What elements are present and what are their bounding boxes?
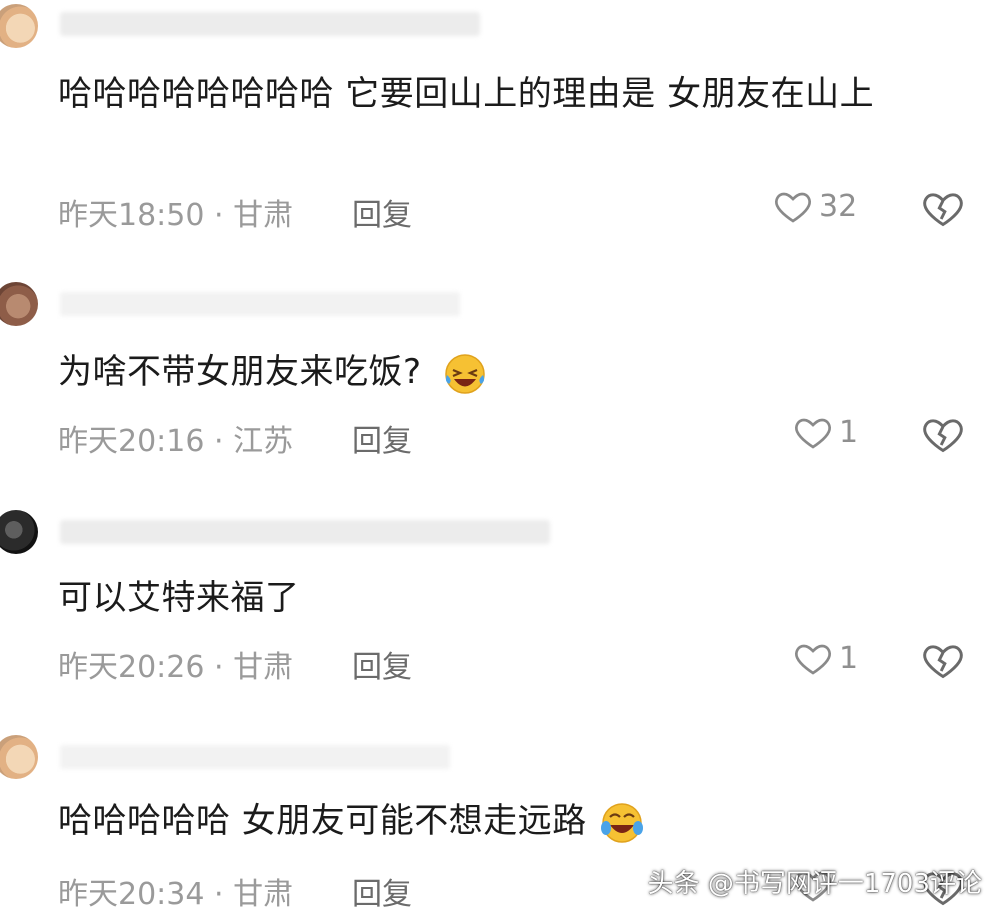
comment-text: 为啥不带女朋友来吃饭? — [58, 346, 968, 398]
username-blurred[interactable] — [60, 520, 550, 544]
like-button[interactable]: 1 — [793, 412, 858, 452]
heart-outline-icon — [795, 418, 831, 449]
broken-heart-icon[interactable] — [921, 186, 965, 230]
username-blurred[interactable] — [60, 745, 450, 769]
comment-text: 哈哈哈哈哈哈哈哈 它要回山上的理由是 女朋友在山上 — [58, 74, 875, 114]
grinning-squinting-tears-emoji — [445, 353, 485, 394]
comment-text: 可以艾特来福了 — [58, 578, 300, 618]
avatar[interactable] — [0, 4, 38, 48]
comment-text: 哈哈哈哈哈 女朋友可能不想走远路 — [58, 795, 968, 847]
username-blurred[interactable] — [60, 12, 480, 36]
reply-button[interactable]: 回复 — [352, 642, 412, 686]
avatar[interactable] — [0, 510, 38, 554]
like-count: 32 — [819, 188, 858, 224]
like-button[interactable]: 1 — [793, 638, 858, 678]
comment-meta: 昨天20:34 · 甘肃 — [58, 877, 294, 912]
reply-button[interactable]: 回复 — [352, 869, 412, 913]
comment-item: 为啥不带女朋友来吃饭? 昨天20:16 · 江苏 回复 1 — [0, 270, 1006, 470]
comment-text-content: 为啥不带女朋友来吃饭? — [58, 352, 422, 392]
avatar[interactable] — [0, 282, 38, 326]
comment-item: 可以艾特来福了 昨天20:26 · 甘肃 回复 1 — [0, 500, 1006, 700]
avatar[interactable] — [0, 735, 38, 779]
comment-meta: 昨天20:16 · 江苏 — [58, 424, 294, 459]
like-count: 1 — [839, 640, 859, 676]
face-with-tears-of-joy-emoji — [601, 802, 644, 843]
comment-meta: 昨天20:26 · 甘肃 — [58, 650, 294, 685]
heart-outline-icon — [775, 192, 811, 223]
heart-outline-icon — [795, 644, 831, 675]
broken-heart-icon[interactable] — [921, 412, 965, 456]
watermark: 头条 @书写网评一1703评论 — [647, 869, 982, 899]
broken-heart-icon[interactable] — [921, 638, 965, 682]
comment-text-content: 哈哈哈哈哈 女朋友可能不想走远路 — [58, 801, 587, 841]
comment-meta: 昨天18:50 · 甘肃 — [58, 198, 294, 233]
reply-button[interactable]: 回复 — [352, 416, 412, 460]
like-button[interactable]: 32 — [773, 186, 857, 226]
comment-item: 哈哈哈哈哈哈哈哈 它要回山上的理由是 女朋友在山上 昨天18:50 · 甘肃 回… — [0, 0, 1006, 250]
reply-button[interactable]: 回复 — [352, 190, 412, 234]
username-blurred[interactable] — [60, 292, 460, 316]
like-count: 1 — [839, 414, 859, 450]
